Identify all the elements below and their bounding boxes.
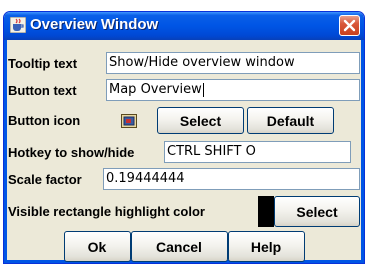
select-icon-button[interactable]: Select — [157, 107, 244, 134]
window-title: Overview Window — [30, 16, 159, 33]
map-overview-icon — [121, 113, 137, 128]
button-text-value: Map Overview — [109, 82, 202, 97]
close-button[interactable] — [339, 15, 360, 36]
cancel-button[interactable]: Cancel — [130, 231, 228, 262]
hotkey-label: Hotkey to show/hide — [8, 144, 135, 160]
highlight-color-row: Visible rectangle highlight color Select — [7, 196, 361, 227]
highlight-color-label: Visible rectangle highlight color — [8, 204, 205, 219]
overview-window-dialog: Overview Window Tooltip text Show/Hide o… — [3, 11, 365, 264]
ok-button[interactable]: Ok — [63, 231, 131, 262]
tooltip-text-field[interactable]: Show/Hide overview window — [106, 52, 360, 74]
text-caret — [202, 82, 204, 97]
scale-factor-label: Scale factor — [8, 171, 82, 187]
highlight-color-swatch — [258, 196, 274, 227]
default-icon-button[interactable]: Default — [247, 107, 334, 134]
scale-factor-row: Scale factor 0.19444444 — [7, 168, 361, 190]
button-icon-label: Button icon — [8, 113, 81, 128]
java-cup-icon — [10, 17, 26, 33]
close-icon — [343, 19, 356, 32]
tooltip-label: Tooltip text — [8, 55, 78, 71]
button-icon-row: Button icon Select Default — [7, 106, 361, 135]
hotkey-field[interactable]: CTRL SHIFT O — [164, 141, 351, 163]
title-bar[interactable]: Overview Window — [4, 12, 364, 40]
button-text-field[interactable]: Map Overview — [106, 79, 360, 101]
select-color-button[interactable]: Select — [274, 196, 360, 227]
dialog-content: Tooltip text Show/Hide overview window B… — [4, 40, 364, 263]
footer-buttons: Ok Cancel Help — [7, 231, 361, 262]
button-text-row: Button text Map Overview — [7, 79, 361, 101]
hotkey-row: Hotkey to show/hide CTRL SHIFT O — [7, 141, 361, 163]
tooltip-row: Tooltip text Show/Hide overview window — [7, 52, 361, 74]
help-button[interactable]: Help — [227, 231, 305, 262]
scale-factor-field[interactable]: 0.19444444 — [103, 168, 360, 190]
button-text-label: Button text — [8, 82, 77, 98]
